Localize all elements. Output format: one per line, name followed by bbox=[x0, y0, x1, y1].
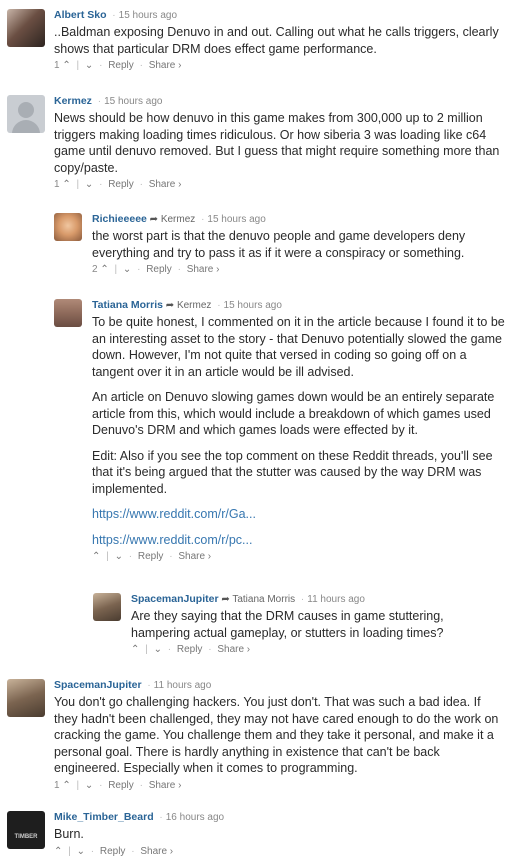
reply-button[interactable]: Reply bbox=[108, 780, 134, 791]
reply-button[interactable]: Reply bbox=[177, 644, 203, 655]
comment-body: News should be how denuvo in this game m… bbox=[54, 110, 505, 176]
comment-meta: Kermez · 15 hours ago bbox=[54, 95, 163, 107]
share-button[interactable]: Share › bbox=[149, 60, 182, 71]
avatar[interactable]: TIMBER bbox=[7, 811, 45, 849]
comment-body: the worst part is that the denuvo people… bbox=[92, 228, 505, 261]
downvote-icon[interactable]: ⌄ bbox=[85, 780, 93, 791]
author-link[interactable]: SpacemanJupiter bbox=[131, 593, 219, 605]
downvote-icon[interactable]: ⌄ bbox=[77, 846, 85, 857]
comment-paragraph: the worst part is that the denuvo people… bbox=[92, 229, 466, 260]
downvote-icon[interactable]: ⌄ bbox=[123, 264, 131, 275]
reddit-link[interactable]: https://www.reddit.com/r/Ga... bbox=[92, 507, 256, 521]
upvote-icon[interactable]: ⌃ bbox=[62, 780, 70, 791]
timestamp[interactable]: 11 hours ago bbox=[154, 680, 212, 691]
share-button[interactable]: Share › bbox=[149, 179, 182, 190]
comment-meta: Richieeeee ➦ Kermez · 15 hours ago bbox=[92, 213, 266, 225]
share-button[interactable]: Share › bbox=[217, 644, 250, 655]
comment-body: You don't go challenging hackers. You ju… bbox=[54, 694, 505, 777]
vote-count: 1 bbox=[54, 779, 60, 791]
reply-arrow-icon: ➦ bbox=[165, 300, 175, 311]
author-link[interactable]: Mike_Timber_Beard bbox=[54, 811, 154, 823]
comment-meta: Tatiana Morris ➦ Kermez · 15 hours ago bbox=[92, 299, 282, 311]
comment-actions: 1 ⌃ | ⌄ · Reply · Share › bbox=[54, 179, 182, 190]
comment-meta: Mike_Timber_Beard · 16 hours ago bbox=[54, 811, 225, 823]
comment-paragraph: Burn. bbox=[54, 827, 84, 841]
comment-meta: Albert Sko · 15 hours ago bbox=[54, 9, 178, 21]
upvote-icon[interactable]: ⌃ bbox=[92, 551, 100, 562]
comment-paragraph: News should be how denuvo in this game m… bbox=[54, 111, 500, 175]
comment-body: To be quite honest, I commented on it in… bbox=[92, 314, 505, 548]
reply-button[interactable]: Reply bbox=[108, 179, 134, 190]
timestamp[interactable]: 15 hours ago bbox=[207, 214, 265, 225]
timestamp[interactable]: 15 hours ago bbox=[119, 10, 177, 21]
author-link[interactable]: Tatiana Morris bbox=[92, 299, 163, 311]
author-link[interactable]: Albert Sko bbox=[54, 9, 107, 21]
comment-paragraph: ..Baldman exposing Denuvo in and out. Ca… bbox=[54, 25, 499, 56]
share-button[interactable]: Share › bbox=[140, 846, 173, 857]
comment-paragraph: You don't go challenging hackers. You ju… bbox=[54, 695, 499, 775]
reply-button[interactable]: Reply bbox=[108, 60, 134, 71]
reply-to-link[interactable]: Kermez bbox=[177, 300, 211, 311]
vote-count: 1 bbox=[54, 179, 60, 190]
share-button[interactable]: Share › bbox=[178, 551, 211, 562]
comment-paragraph: To be quite honest, I commented on it in… bbox=[92, 315, 505, 379]
comment-actions: ⌃ | ⌄ · Reply · Share › bbox=[131, 644, 251, 655]
comment-actions: 1 ⌃ | ⌄ · Reply · Share › bbox=[54, 779, 182, 791]
downvote-icon[interactable]: ⌄ bbox=[115, 551, 123, 562]
timestamp[interactable]: 15 hours ago bbox=[224, 300, 282, 311]
timestamp[interactable]: 15 hours ago bbox=[104, 96, 162, 107]
avatar[interactable] bbox=[54, 299, 82, 327]
avatar[interactable] bbox=[7, 95, 45, 133]
reply-button[interactable]: Reply bbox=[138, 551, 164, 562]
upvote-icon[interactable]: ⌃ bbox=[62, 179, 70, 190]
reply-to-link[interactable]: Tatiana Morris bbox=[232, 594, 295, 605]
timestamp[interactable]: 11 hours ago bbox=[307, 594, 365, 605]
reply-arrow-icon: ➦ bbox=[221, 594, 230, 605]
avatar[interactable] bbox=[54, 213, 82, 241]
comment-meta: SpacemanJupiter · 11 hours ago bbox=[54, 679, 212, 691]
upvote-icon[interactable]: ⌃ bbox=[131, 644, 139, 655]
reply-arrow-icon: ➦ bbox=[149, 214, 159, 225]
reply-button[interactable]: Reply bbox=[100, 846, 126, 857]
author-link[interactable]: Kermez bbox=[54, 95, 92, 107]
downvote-icon[interactable]: ⌄ bbox=[85, 179, 93, 190]
share-button[interactable]: Share › bbox=[149, 780, 182, 791]
timestamp[interactable]: 16 hours ago bbox=[166, 812, 224, 823]
comment-paragraph: Edit: Also if you see the top comment on… bbox=[92, 448, 493, 496]
avatar[interactable] bbox=[93, 593, 121, 621]
avatar[interactable] bbox=[7, 9, 45, 47]
downvote-icon[interactable]: ⌄ bbox=[154, 644, 162, 655]
vote-count: 1 bbox=[54, 60, 60, 71]
reddit-link[interactable]: https://www.reddit.com/r/pc... bbox=[92, 533, 252, 547]
avatar[interactable] bbox=[7, 679, 45, 717]
comment-body: ..Baldman exposing Denuvo in and out. Ca… bbox=[54, 24, 505, 57]
comment-actions: 1 ⌃ | ⌄ · Reply · Share › bbox=[54, 60, 182, 71]
comment-actions: ⌃ | ⌄ · Reply · Share › bbox=[92, 551, 212, 562]
comment-meta: SpacemanJupiter ➦ Tatiana Morris · 11 hou… bbox=[131, 593, 365, 605]
downvote-icon[interactable]: ⌄ bbox=[85, 60, 93, 71]
upvote-icon[interactable]: ⌃ bbox=[100, 264, 108, 275]
reply-button[interactable]: Reply bbox=[146, 264, 172, 275]
upvote-icon[interactable]: ⌃ bbox=[54, 846, 62, 857]
author-link[interactable]: Richieeeee bbox=[92, 213, 147, 225]
comment-actions: ⌃ | ⌄ · Reply · Share › bbox=[54, 845, 174, 857]
reply-to-link[interactable]: Kermez bbox=[161, 214, 195, 225]
upvote-icon[interactable]: ⌃ bbox=[62, 60, 70, 71]
author-link[interactable]: SpacemanJupiter bbox=[54, 679, 142, 691]
comment-body: Burn. bbox=[54, 826, 505, 843]
vote-count: 2 bbox=[92, 264, 98, 275]
comment-paragraph: An article on Denuvo slowing games down … bbox=[92, 390, 495, 437]
avatar-logo-text: TIMBER bbox=[14, 834, 38, 840]
comment-actions: 2 ⌃ | ⌄ · Reply · Share › bbox=[92, 264, 220, 275]
comment-paragraph: Are they saying that the DRM causes in g… bbox=[131, 609, 444, 640]
share-button[interactable]: Share › bbox=[187, 264, 220, 275]
comment-body: Are they saying that the DRM causes in g… bbox=[131, 608, 505, 641]
